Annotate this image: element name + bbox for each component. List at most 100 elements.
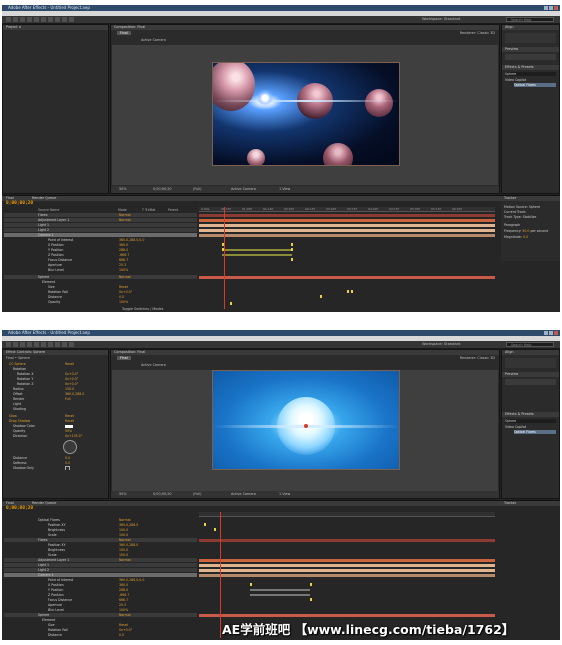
property-row[interactable]: Y Position 288.0 [4, 248, 197, 252]
layer-bar-light1[interactable] [199, 564, 495, 567]
pan-tool-icon[interactable] [41, 342, 46, 347]
property-row[interactable]: Focus Distance 666.7 [4, 598, 197, 602]
property-row[interactable]: Position XY 360.0,288.0 [4, 523, 197, 527]
align-buttons[interactable] [505, 33, 556, 43]
time-ruler[interactable] [199, 512, 495, 517]
layer-bar-light2[interactable] [199, 229, 495, 232]
layer-bar-camera[interactable] [199, 234, 495, 237]
layer-bar-adjustment[interactable] [199, 219, 495, 222]
effect-row[interactable]: Direction 0x+135.0° [5, 434, 108, 438]
viewer-resolution[interactable]: (Full) [193, 492, 201, 496]
direction-dial[interactable] [63, 440, 77, 454]
align-tab[interactable]: Align [502, 350, 559, 355]
property-row[interactable]: X Position 360.0 [4, 243, 197, 247]
current-time-indicator[interactable] [220, 512, 221, 638]
layer-switches[interactable] [4, 228, 30, 232]
brush-tool-icon[interactable] [69, 17, 74, 22]
property-row[interactable]: Aperture 25.3 [4, 263, 197, 267]
hand-tool-icon[interactable] [13, 342, 18, 347]
keyframe-marker[interactable] [230, 302, 232, 305]
maximize-icon[interactable] [549, 331, 553, 335]
property-row[interactable]: Blur Level 100% [4, 608, 197, 612]
maximize-icon[interactable] [549, 6, 553, 10]
effect-row[interactable]: Shadow Only [5, 466, 108, 470]
selection-tool-icon[interactable] [6, 17, 11, 22]
keyframe-marker[interactable] [347, 290, 349, 293]
viewer-time[interactable]: 0;00;00;20 [153, 492, 172, 496]
layer-row[interactable]: Light 2 [4, 568, 197, 572]
selection-tool-icon[interactable] [6, 342, 11, 347]
effects-result-item[interactable]: Optical Flares [514, 83, 556, 87]
effect-row[interactable]: Shading [5, 407, 108, 411]
keyframe-marker[interactable] [310, 598, 312, 601]
keyframe-marker[interactable] [320, 295, 322, 298]
window-controls[interactable] [544, 331, 558, 335]
brush-tool-icon[interactable] [69, 342, 74, 347]
keyframe-marker[interactable] [250, 583, 252, 586]
keyframe-marker[interactable] [291, 243, 293, 246]
minimize-icon[interactable] [544, 6, 548, 10]
layer-row[interactable]: Light 2 [4, 228, 197, 232]
magnitude-value[interactable]: 0.0 [523, 235, 528, 239]
align-tab[interactable]: Align [502, 25, 559, 30]
layer-switches[interactable] [4, 213, 30, 217]
layer-row[interactable]: Sphere Normal [4, 275, 197, 279]
effect-row[interactable]: Render Full [5, 397, 108, 401]
property-row[interactable]: Element [4, 280, 197, 284]
layer-bar-adjustment[interactable] [199, 559, 495, 562]
render-queue-tab[interactable]: Render Queue [32, 196, 56, 201]
property-row[interactable]: Aperture 25.3 [4, 603, 197, 607]
comp-sub-tab[interactable]: Final [117, 356, 131, 360]
effect-row[interactable]: Radius 150.0 [5, 387, 108, 391]
pan-tool-icon[interactable] [41, 17, 46, 22]
frequency-value[interactable]: 50.0 [522, 229, 529, 233]
preview-tab[interactable]: Preview [502, 372, 559, 377]
effect-row[interactable]: Rotation Z 0x+0.0° [5, 382, 108, 386]
preview-controls[interactable] [505, 379, 556, 385]
property-row[interactable]: Brightness 100.0 [4, 548, 197, 552]
effect-row[interactable]: CC Sphere Reset [5, 362, 108, 366]
layer-row[interactable]: Optical Flares Normal [4, 518, 197, 522]
viewer-views[interactable]: 1 View [279, 492, 290, 496]
property-row[interactable]: Y Position 288.0 [4, 588, 197, 592]
renderer-label[interactable]: Renderer: Classic 3D [460, 31, 495, 35]
viewer-views[interactable]: 1 View [279, 187, 290, 191]
property-row[interactable]: Size Reset [4, 623, 197, 627]
col-parent[interactable]: Parent [168, 208, 178, 212]
keyframe-marker[interactable] [204, 523, 206, 526]
property-row[interactable]: Opacity 100% [4, 300, 197, 304]
type-tool-icon[interactable] [62, 342, 67, 347]
window-controls[interactable] [544, 6, 558, 10]
layer-bar-sphere[interactable] [199, 276, 495, 279]
property-row[interactable]: Rotation Roll 0x+0.0° [4, 290, 197, 294]
viewer-time[interactable]: 0;00;00;20 [153, 187, 172, 191]
viewer-zoom[interactable]: 50% [119, 187, 127, 191]
layer-switches[interactable] [4, 218, 30, 222]
preview-controls[interactable] [505, 54, 556, 60]
layer-row-selected[interactable]: Camera 1 [4, 233, 197, 237]
rotate-tool-icon[interactable] [27, 342, 32, 347]
paragraph-tab[interactable]: Paragraph [504, 223, 557, 227]
effect-row[interactable]: Drop Shadow Reset [5, 419, 108, 423]
layer-row-selected[interactable]: Camera 1 [4, 573, 197, 577]
effect-row[interactable]: Shadow Color [5, 424, 108, 428]
layer-bar-camera[interactable] [199, 574, 495, 577]
layer-bar-sphere[interactable] [199, 614, 495, 617]
align-buttons[interactable] [505, 358, 556, 368]
pen-tool-icon[interactable] [55, 342, 60, 347]
effects-presets-tab[interactable]: Effects & Presets [502, 412, 559, 417]
layer-row[interactable]: Flares Normal [4, 213, 197, 217]
camera-tool-icon[interactable] [34, 342, 39, 347]
pen-tool-icon[interactable] [55, 17, 60, 22]
property-row[interactable]: Position XY 360.0,288.0 [4, 543, 197, 547]
property-row[interactable]: Distance 0.0 [4, 295, 197, 299]
layer-row[interactable]: Light 1 [4, 223, 197, 227]
effect-row[interactable]: Light [5, 402, 108, 406]
layer-row[interactable]: Adjustment Layer 1 Normal [4, 218, 197, 222]
renderer-label[interactable]: Renderer: Classic 3D [460, 356, 495, 360]
close-icon[interactable] [554, 331, 558, 335]
layer-row[interactable]: Light 1 [4, 563, 197, 567]
search-help-input[interactable]: Search Help [506, 342, 554, 347]
effects-result-item[interactable]: Optical Flares [514, 430, 556, 434]
shadow-color-swatch[interactable] [65, 424, 73, 428]
